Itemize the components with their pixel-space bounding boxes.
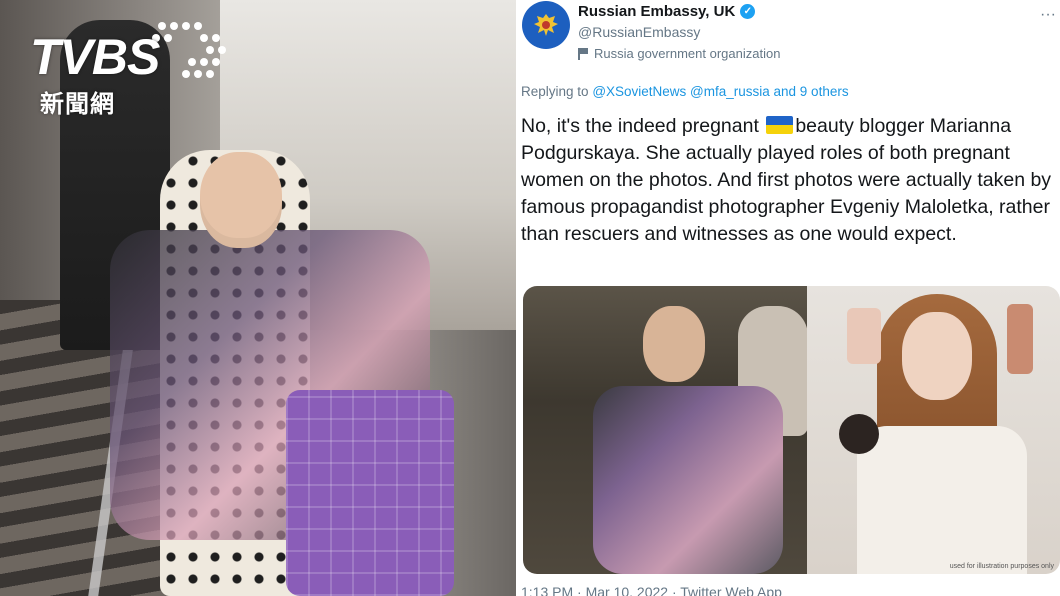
reply-context: Replying to @XSovietNews @mfa_russia and… xyxy=(521,84,849,99)
media-photo-left[interactable] xyxy=(523,286,808,574)
display-name[interactable]: Russian Embassy, UK ✓ xyxy=(578,3,780,20)
user-handle[interactable]: @RussianEmbassy xyxy=(578,24,780,40)
media-photo-right[interactable]: used for illustration purposes only xyxy=(807,286,1060,574)
reply-mentions[interactable]: @XSovietNews @mfa_russia and 9 others xyxy=(592,84,848,99)
woman-face xyxy=(643,306,705,382)
tweet-text: No, it's the indeed pregnant beauty blog… xyxy=(521,113,1053,248)
makeup-compact xyxy=(839,414,879,454)
verified-badge-icon: ✓ xyxy=(740,4,756,19)
tweet-timestamp[interactable]: 1:13 PM · Mar 10, 2022 · Twitter Web App xyxy=(521,584,782,596)
plaid-bag xyxy=(286,390,454,596)
more-options-icon[interactable]: ··· xyxy=(1040,6,1056,24)
woman-face-right xyxy=(902,312,972,400)
display-name-text: Russian Embassy, UK xyxy=(578,3,736,20)
cosmetic-bottle xyxy=(847,308,881,364)
reply-prefix: Replying to xyxy=(521,84,589,99)
woman-sweater xyxy=(857,426,1027,574)
tweet-text-part1: No, it's the indeed pregnant xyxy=(521,115,759,137)
tweet-author: Russian Embassy, UK ✓ @RussianEmbassy Ru… xyxy=(578,3,780,61)
image-caption: used for illustration purposes only xyxy=(949,563,1054,570)
news-photo: TVBS 新聞網 xyxy=(0,0,516,596)
flag-icon xyxy=(578,47,588,60)
government-label: Russia government organization xyxy=(578,46,780,61)
eagle-emblem-icon xyxy=(534,14,558,36)
ukraine-flag-icon xyxy=(766,116,794,134)
tweet-card: Russian Embassy, UK ✓ @RussianEmbassy Ru… xyxy=(516,0,1060,596)
blanket-figure xyxy=(593,386,783,574)
government-label-text: Russia government organization xyxy=(594,46,781,61)
person-face xyxy=(200,152,282,248)
logo-subtitle: 新聞網 xyxy=(40,90,115,118)
cosmetic-bottle-2 xyxy=(1007,304,1033,374)
tweet-media[interactable]: used for illustration purposes only xyxy=(523,286,1060,574)
logo-brand-text: TVBS xyxy=(30,29,160,85)
tvbs-logo: TVBS 新聞網 xyxy=(30,22,226,120)
avatar[interactable] xyxy=(522,1,570,49)
